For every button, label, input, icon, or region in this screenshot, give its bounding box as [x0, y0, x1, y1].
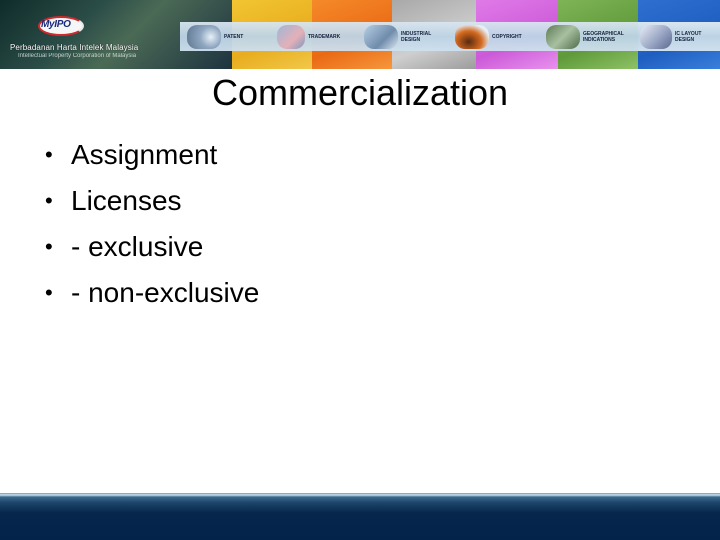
category-copyright: COPYRIGHT [455, 23, 522, 50]
copyright-icon [455, 24, 489, 49]
category-ic-layout-design: IC LAYOUT DESIGN [640, 23, 701, 50]
bullet-icon: • [45, 188, 53, 213]
geographical-indications-icon [546, 24, 580, 49]
logo-text: MyIPO [41, 19, 71, 30]
category-patent: PATENT [187, 23, 243, 50]
bullet-item: • Assignment [45, 132, 259, 178]
industrial-design-icon [364, 24, 398, 49]
header-banner: MyIPO Perbadanan Harta Intelek Malaysia … [0, 0, 638, 69]
category-label: PATENT [224, 33, 244, 40]
patent-icon [187, 24, 221, 49]
category-label: COPYRIGHT [492, 33, 522, 40]
category-trademark: TRADEMARK [277, 23, 340, 50]
category-label: IC LAYOUT DESIGN [675, 30, 702, 43]
bullet-text: Licenses [71, 185, 182, 216]
ic-layout-design-icon [640, 24, 672, 49]
category-label: GEOGRAPHICAL INDICATIONS [583, 30, 624, 43]
slide-title: Commercialization [211, 72, 509, 113]
bullet-item: • - exclusive [45, 224, 259, 270]
bullet-text: - exclusive [71, 231, 204, 262]
bullet-text: Assignment [71, 139, 218, 170]
bullet-icon: • [45, 280, 53, 305]
bullet-text: - non-exclusive [71, 277, 260, 308]
category-label: INDUSTRIAL DESIGN [401, 30, 432, 43]
bullet-icon: • [45, 142, 53, 167]
organization-subtitle: Intellectual Property Corporation of Mal… [18, 53, 137, 59]
footer-bar [0, 493, 720, 540]
bullet-item: • - non-exclusive [45, 270, 259, 316]
bullet-item: • Licenses [45, 178, 259, 224]
bullet-icon: • [45, 234, 53, 259]
bullet-list: • Assignment • Licenses • - exclusive • … [45, 132, 259, 316]
organization-name: Perbadanan Harta Intelek Malaysia [10, 43, 139, 52]
category-industrial-design: INDUSTRIAL DESIGN [364, 23, 431, 50]
category-label: TRADEMARK [308, 33, 341, 40]
trademark-icon [277, 24, 305, 49]
category-geographical-indications: GEOGRAPHICAL INDICATIONS [546, 23, 624, 50]
